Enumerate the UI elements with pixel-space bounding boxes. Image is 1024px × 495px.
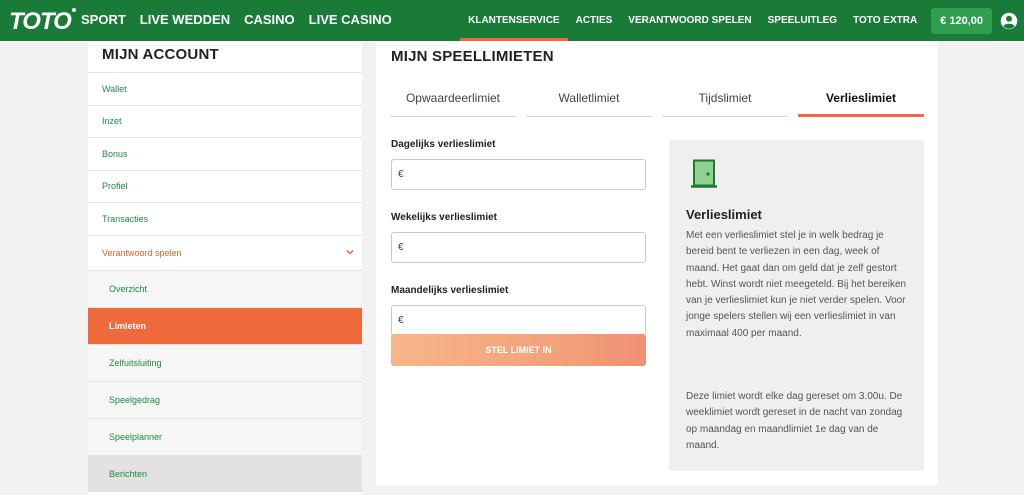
sidebar-item-profiel[interactable]: Profiel [88,169,362,203]
sidebar-item-transacties[interactable]: Transacties [88,202,362,235]
sidebar-item-bonus[interactable]: Bonus [88,137,362,170]
tab-tijdslimiet[interactable]: Tijdslimiet [662,84,788,117]
info-box: Verlieslimiet Met een verlieslimiet stel… [669,140,924,471]
user-circle-icon[interactable] [1000,12,1018,30]
limits-panel: MIJN SPEELLIMIETEN Opwaardeerlimiet Wall… [376,41,938,485]
balance-button[interactable]: € 120,00 [931,7,992,34]
nav-verantwoord-spelen[interactable]: VERANTWOORD SPELEN [620,0,759,41]
secondary-nav: KLANTENSERVICE ACTIES VERANTWOORD SPELEN… [460,0,1024,41]
info-paragraph-2: Deze limiet wordt elke dag gereset om 3.… [686,391,903,451]
sidebar-item-wallet[interactable]: Wallet [88,72,362,105]
nav-acties[interactable]: ACTIES [568,0,621,41]
sidebar-subitem-berichten[interactable]: Berichten [88,454,362,492]
chevron-down-icon [346,249,354,255]
sidebar-item-verantwoord-spelen[interactable]: Verantwoord spelen [88,234,362,270]
sidebar-subitem-limieten[interactable]: Limieten [88,306,362,344]
tab-opwaardeerlimiet[interactable]: Opwaardeerlimiet [390,84,516,117]
nav-live-wedden[interactable]: LIVE WEDDEN [140,12,230,27]
daily-limit-label: Dagelijks verlieslimiet [391,139,496,150]
nav-casino[interactable]: CASINO [244,12,295,27]
tab-verlieslimiet[interactable]: Verlieslimiet [798,84,924,117]
weekly-limit-label: Wekelijks verlieslimiet [391,212,497,223]
sidebar-subitem-zelfuitsluiting[interactable]: Zelfuitsluiting [88,343,362,381]
info-paragraph-1: Met een verlieslimiet stel je in welk be… [686,230,907,339]
sidebar-title: MIJN ACCOUNT [102,46,219,63]
nav-sport[interactable]: SPORT [81,12,126,27]
sidebar-subitem-overzicht[interactable]: Overzicht [88,269,362,307]
nav-toto-extra[interactable]: TOTO EXTRA [845,0,925,41]
loss-limit-form: Dagelijks verlieslimiet € Wekelijks verl… [391,137,646,356]
monthly-limit-label: Maandelijks verlieslimiet [391,285,509,296]
account-sidebar: MIJN ACCOUNT Wallet Inzet Bonus Profiel … [88,41,362,495]
tab-walletlimiet[interactable]: Walletlimiet [526,84,652,117]
nav-live-casino[interactable]: LIVE CASINO [309,12,392,27]
door-icon [691,159,717,188]
sidebar-item-inzet[interactable]: Inzet [88,104,362,138]
toto-logo[interactable]: TOTO [9,8,76,35]
weekly-limit-input[interactable]: € [391,232,646,263]
set-limit-button[interactable]: STEL LIMIET IN [391,334,646,366]
limit-tabs: Opwaardeerlimiet Walletlimiet Tijdslimie… [390,84,924,117]
sidebar-subitem-speelgedrag[interactable]: Speelgedrag [88,380,362,418]
monthly-limit-input[interactable]: € [391,305,646,336]
daily-limit-input[interactable]: € [391,159,646,190]
sidebar-subitem-speelplanner[interactable]: Speelplanner [88,417,362,455]
main-nav: SPORT LIVE WEDDEN CASINO LIVE CASINO [81,12,406,27]
info-title: Verlieslimiet [686,207,762,222]
top-navigation-bar: TOTO SPORT LIVE WEDDEN CASINO LIVE CASIN… [0,0,1024,41]
page-title: MIJN SPEELLIMIETEN [391,48,554,65]
nav-speeluitleg[interactable]: SPEELUITLEG [760,0,845,41]
sidebar-item-label: Verantwoord spelen [102,247,182,258]
nav-klantenservice[interactable]: KLANTENSERVICE [460,0,568,41]
